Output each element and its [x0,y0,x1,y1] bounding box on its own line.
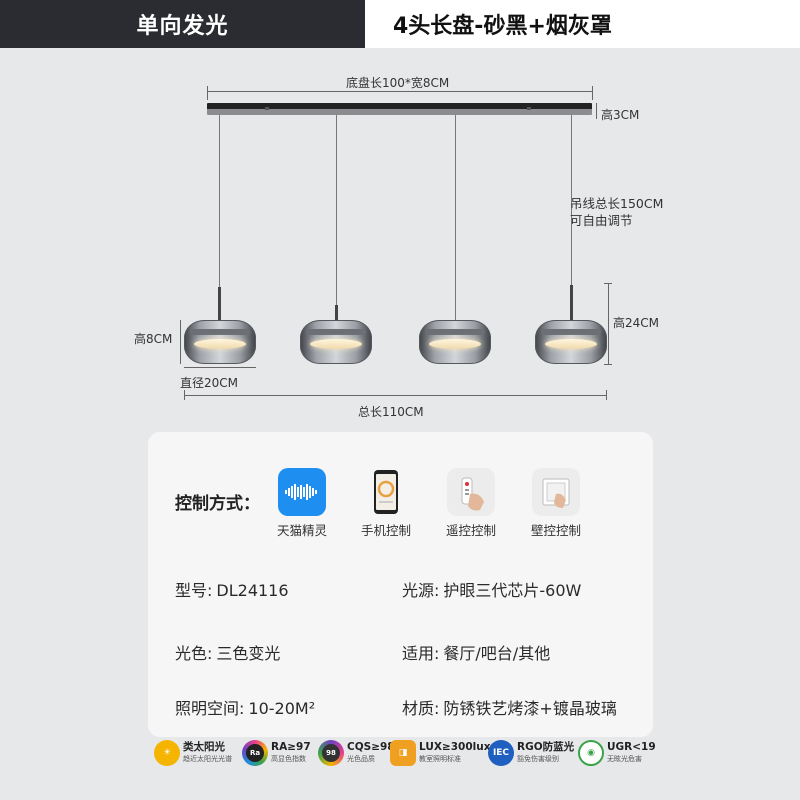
info-panel: 控制方式： 天猫精灵 手机控制 遥控控制 壁控控制 型号: DL24116 光源… [148,432,653,737]
cqs-icon: 98 [318,740,344,766]
spec-lighting-space: 照明空间: 10-20M² [175,695,315,719]
dim-line [608,283,609,365]
feature-rgo: IEC RGO防蓝光豁免伤害级别 [488,740,574,766]
feature-sub: 高显色指数 [271,755,306,763]
dim-line [596,103,597,119]
control-method-phone: 手机控制 [353,468,419,539]
canopy-height-label: 高3CM [601,108,640,122]
diameter-line [184,367,256,368]
feature-lux: ◨ LUX≥300lux 教室照明标准 [390,740,491,766]
control-method-wall: 壁控控制 [523,468,589,539]
spec-value: 三色变光 [216,644,281,663]
suspension-wire [336,115,337,305]
spec-label: 照明空间: [175,699,245,718]
wall-switch-icon [532,468,580,516]
spec-model: 型号: DL24116 [175,577,289,601]
feature-title: LUX≥300lux [419,741,491,753]
cqs-badge: 98 [322,744,340,762]
spec-application: 适用: 餐厅/吧台/其他 [402,640,550,664]
product-diagram: 底盘长100*宽8CM 高3CM 吊线总长150CM 可自由调节 高24CM 高… [0,48,800,430]
suspension-wire [219,115,220,287]
feature-strip: ☀ 类太阳光趋近太阳光光谱 Ra RA≥97 高显色指数 98 CQS≥98 光色品… [150,738,656,774]
spec-label: 适用: [402,644,440,663]
spec-value: DL24116 [216,581,289,600]
canopy-size-label: 底盘长100*宽8CM [346,76,450,90]
spec-material: 材质: 防锈铁艺烤漆+镀晶玻璃 [402,695,617,719]
pendant-lamp [535,320,607,364]
control-label: 壁控控制 [530,523,581,538]
feature-title: UGR<19 [607,741,656,753]
spec-label: 光源: [402,581,440,600]
eye-icon: ◉ [578,740,604,766]
feature-sub: 无眩光危害 [607,755,642,763]
shade-height-label: 高8CM [134,332,173,346]
spec-value: 餐厅/吧台/其他 [443,644,551,663]
diameter-label: 直径20CM [180,376,239,390]
sun-icon: ☀ [154,740,180,766]
pendant-lamp [300,320,372,364]
canopy-screw [265,107,269,110]
feature-sub: 教室照明标准 [419,755,461,763]
pendant-lamp [419,320,491,364]
spec-label: 光色: [175,644,213,663]
header: 单向发光 4头长盘-砂黑+烟灰罩 [0,0,800,48]
suspension-wire [455,115,456,325]
total-length-label: 总长110CM [358,405,424,419]
smartphone-icon [362,468,410,516]
control-label: 遥控控制 [445,523,496,538]
control-label: 手机控制 [360,523,411,538]
ra-badge: Ra [246,744,264,762]
dim-tick [606,390,607,400]
iec-icon: IEC [488,740,514,766]
canopy-dimension-line [207,91,592,92]
feature-sub: 光色品质 [347,755,375,763]
dim-line [180,320,181,364]
total-height-label: 高24CM [613,316,660,330]
feature-title: 类太阳光 [183,741,225,753]
feature-title: RGO防蓝光 [517,741,575,753]
lamp-stem [570,285,573,321]
pendant-lamp [184,320,256,364]
feature-sub: 豁免伤害级别 [517,755,559,763]
remote-control-icon [447,468,495,516]
spec-label: 型号: [175,581,213,600]
header-left-title: 单向发光 [0,0,365,48]
spec-light-color: 光色: 三色变光 [175,640,280,664]
feature-title: CQS≥98 [347,741,395,753]
feature-cqs: 98 CQS≥98 光色品质 [318,740,395,766]
lux-icon: ◨ [390,740,416,766]
control-label: 天猫精灵 [276,523,327,538]
control-method-tmall: 天猫精灵 [269,468,335,539]
spec-light-source: 光源: 护眼三代芯片-60W [402,577,581,601]
dim-tick [592,86,593,100]
total-length-line [184,395,606,396]
feature-ugr: ◉ UGR<19 无眩光危害 [578,740,656,766]
iec-badge: IEC [492,748,510,758]
spec-value: 防锈铁艺烤漆+镀晶玻璃 [443,699,617,718]
canopy-screw [527,107,531,110]
feature-sub: 趋近太阳光光谱 [183,755,232,763]
feature-title: RA≥97 [271,741,311,753]
spec-label: 材质: [402,699,440,718]
feature-sunlike: ☀ 类太阳光趋近太阳光光谱 [154,740,232,766]
header-right-title: 4头长盘-砂黑+烟灰罩 [365,0,800,48]
tmall-genie-icon [278,468,326,516]
wire-adjust-label: 可自由调节 [570,213,633,228]
dim-tick [604,283,612,284]
control-method-remote: 遥控控制 [438,468,504,539]
lamp-stem [218,287,221,321]
ra-icon: Ra [242,740,268,766]
spec-value: 护眼三代芯片-60W [443,581,582,600]
control-title: 控制方式： [175,494,260,514]
dim-tick [207,86,208,100]
dim-tick [604,364,612,365]
spec-value: 10-20M² [248,699,316,718]
feature-ra: Ra RA≥97 高显色指数 [242,740,311,766]
lamp-stem [335,305,338,321]
